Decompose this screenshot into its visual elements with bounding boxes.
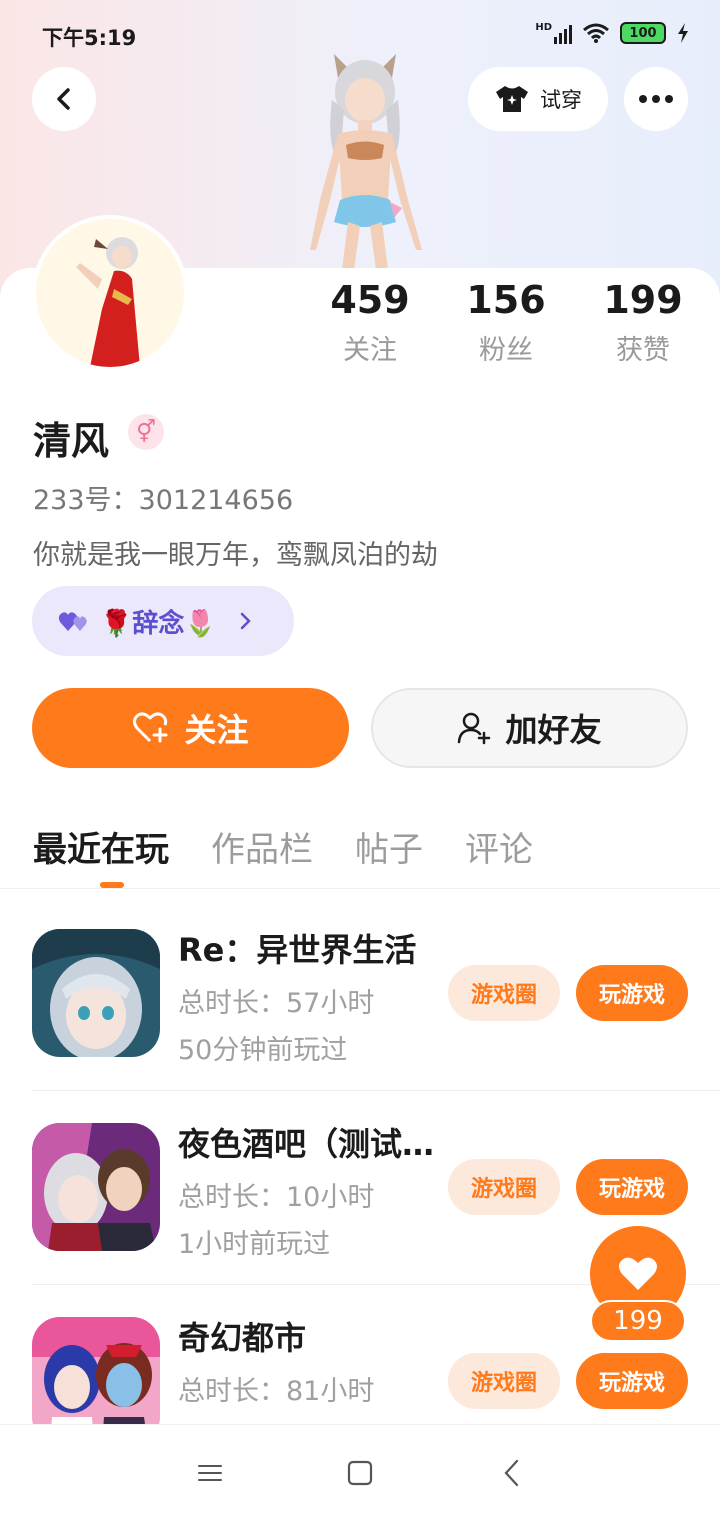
add-friend-label: 加好友 bbox=[505, 711, 602, 749]
like-count: 199 bbox=[590, 1300, 686, 1342]
system-nav-bar bbox=[0, 1424, 720, 1520]
game-icon bbox=[32, 1317, 160, 1424]
stat-likes-count: 199 bbox=[603, 278, 683, 322]
partner-name: 🌹辞念🌷 bbox=[100, 608, 217, 639]
avatar-image bbox=[36, 219, 184, 367]
stat-followers-label: 粉丝 bbox=[479, 335, 533, 366]
network-type-label: HD bbox=[535, 22, 552, 33]
double-heart-icon bbox=[58, 612, 87, 631]
heart-plus-icon bbox=[133, 712, 168, 743]
tab-works[interactable]: 作品栏 bbox=[211, 822, 313, 882]
follow-button[interactable]: 关注 bbox=[32, 688, 349, 768]
stat-likes[interactable]: 199 获赞 bbox=[573, 278, 713, 367]
tryon-label: 试穿 bbox=[540, 88, 582, 112]
game-title: 夜色酒吧（测试版） bbox=[178, 1125, 438, 1163]
stat-following[interactable]: 459 关注 bbox=[300, 278, 440, 367]
game-icon bbox=[32, 929, 160, 1057]
stat-following-count: 459 bbox=[330, 278, 410, 322]
game-title: 奇幻都市 bbox=[178, 1319, 307, 1357]
home-nav-button[interactable] bbox=[340, 1453, 380, 1493]
tab-recent-games[interactable]: 最近在玩 bbox=[33, 822, 169, 882]
game-title: Re：异世界生活 bbox=[178, 931, 417, 969]
wifi-icon bbox=[583, 23, 609, 43]
chevron-right-icon bbox=[240, 612, 251, 630]
game-last-played: 2小时前玩过 bbox=[178, 1416, 330, 1424]
back-button[interactable] bbox=[32, 67, 96, 131]
add-friend-button[interactable]: 加好友 bbox=[371, 688, 688, 768]
play-game-button[interactable]: 玩游戏 bbox=[576, 1353, 688, 1409]
more-dots-icon bbox=[639, 95, 673, 103]
status-icons: HD 100 bbox=[535, 22, 690, 44]
game-playtime: 总时长：81小时 bbox=[178, 1376, 375, 1407]
chevron-left-icon bbox=[57, 88, 70, 110]
hamburger-icon bbox=[198, 1465, 222, 1481]
stat-following-label: 关注 bbox=[343, 335, 397, 366]
play-game-button[interactable]: 玩游戏 bbox=[576, 965, 688, 1021]
game-circle-button[interactable]: 游戏圈 bbox=[448, 1159, 560, 1215]
profile-tabs: 最近在玩 作品栏 帖子 评论 bbox=[33, 822, 575, 882]
game-circle-button[interactable]: 游戏圈 bbox=[448, 1353, 560, 1409]
signal-icon: HD bbox=[535, 22, 572, 44]
user-id: 233号：301214656 bbox=[33, 485, 294, 516]
stat-followers-count: 156 bbox=[466, 278, 546, 322]
add-user-icon bbox=[458, 712, 491, 745]
tab-posts[interactable]: 帖子 bbox=[355, 822, 423, 882]
avatar-character-figure bbox=[310, 54, 422, 270]
more-options-button[interactable] bbox=[624, 67, 688, 131]
tshirt-icon bbox=[496, 86, 528, 112]
menu-nav-button[interactable] bbox=[190, 1453, 230, 1493]
home-square-icon bbox=[347, 1460, 373, 1486]
stat-followers[interactable]: 156 粉丝 bbox=[436, 278, 576, 367]
gender-icon: ⚥ bbox=[128, 414, 164, 450]
game-playtime: 总时长：57小时 bbox=[178, 988, 375, 1019]
game-last-played: 50分钟前玩过 bbox=[178, 1035, 348, 1066]
tab-comments[interactable]: 评论 bbox=[465, 822, 533, 882]
follow-label: 关注 bbox=[184, 711, 249, 749]
stat-likes-label: 获赞 bbox=[616, 335, 670, 366]
game-circle-button[interactable]: 游戏圈 bbox=[448, 965, 560, 1021]
game-row[interactable]: Re：异世界生活 总时长：57小时 50分钟前玩过 游戏圈 玩游戏 bbox=[0, 889, 720, 1083]
user-bio: 你就是我一眼万年，鸾飘凤泊的劫 bbox=[33, 540, 438, 571]
game-icon bbox=[32, 1123, 160, 1251]
profile-stats: 459 关注 156 粉丝 199 获赞 bbox=[300, 278, 710, 378]
game-last-played: 1小时前玩过 bbox=[178, 1229, 331, 1260]
game-playtime: 总时长：10小时 bbox=[178, 1182, 375, 1213]
charging-icon bbox=[678, 23, 688, 43]
play-game-button[interactable]: 玩游戏 bbox=[576, 1159, 688, 1215]
username: 清风 bbox=[33, 419, 110, 463]
heart-icon bbox=[619, 1257, 657, 1290]
partner-chip[interactable]: 🌹辞念🌷 bbox=[32, 586, 294, 656]
tryon-button[interactable]: 试穿 bbox=[468, 67, 608, 131]
status-time: 下午5:19 bbox=[42, 26, 137, 50]
avatar[interactable] bbox=[32, 215, 188, 371]
back-triangle-icon bbox=[504, 1459, 519, 1487]
back-nav-button[interactable] bbox=[492, 1453, 532, 1493]
battery-indicator: 100 bbox=[620, 22, 666, 44]
